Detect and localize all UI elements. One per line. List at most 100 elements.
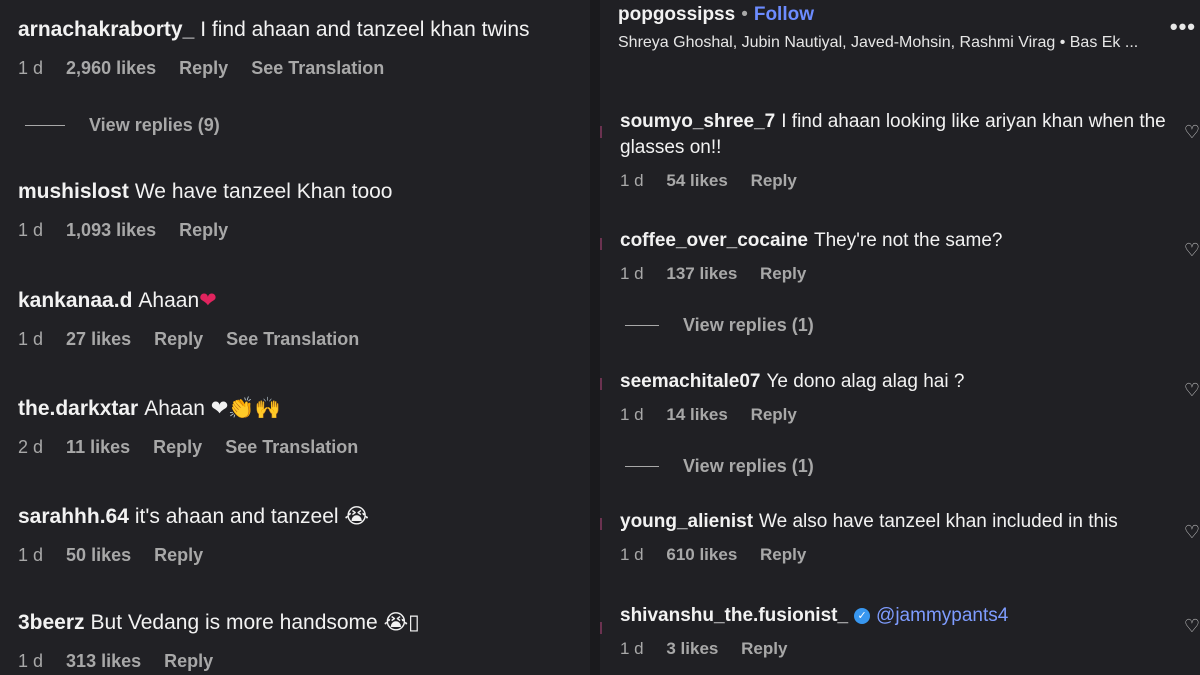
comment-username[interactable]: kankanaa.d (18, 289, 132, 312)
comment-text: But Vedang is more handsome (90, 611, 378, 634)
comment-time: 1 d (620, 545, 644, 564)
comment-text: They're not the same? (814, 230, 1003, 251)
comment-username[interactable]: mushislost (18, 180, 129, 203)
reply-button[interactable]: Reply (179, 220, 228, 240)
reply-button[interactable]: Reply (751, 171, 797, 190)
comment-time: 1 d (620, 639, 644, 658)
comment-text: it's ahaan and tanzeel (134, 505, 339, 528)
comment-meta: 1 d 3 likes Reply (620, 639, 1180, 659)
comment-time: 1 d (18, 329, 44, 349)
comment-username[interactable]: young_alienist (620, 511, 753, 532)
see-translation-button[interactable]: See Translation (226, 329, 359, 349)
reply-button[interactable]: Reply (760, 264, 806, 283)
divider-line (25, 125, 65, 126)
comment-indicator (600, 378, 602, 390)
crying-emoji: 😭 (344, 504, 369, 528)
likes-count[interactable]: 313 likes (66, 651, 141, 671)
follow-button[interactable]: Follow (754, 4, 814, 25)
separator-dot: • (741, 4, 748, 25)
reply-button[interactable]: Reply (164, 651, 213, 671)
verified-badge-icon: ✓ (854, 608, 871, 624)
like-heart-icon[interactable]: ♡ (1184, 522, 1200, 543)
comment-time: 1 d (620, 405, 644, 424)
comment-text: Ahaan (138, 289, 200, 312)
like-heart-icon[interactable]: ♡ (1184, 122, 1200, 143)
comment-meta: 2 d 11 likes Reply See Translation (18, 437, 376, 458)
comment-time: 2 d (18, 437, 44, 457)
divider-line (625, 466, 659, 467)
like-heart-icon[interactable]: ♡ (1184, 616, 1200, 637)
audio-track[interactable]: Shreya Ghoshal, Jubin Nautiyal, Javed-Mo… (618, 34, 1178, 52)
reply-button[interactable]: Reply (741, 639, 787, 658)
comment-indicator (600, 622, 602, 634)
mention-link[interactable]: @jammypants4 (876, 605, 1008, 626)
likes-count[interactable]: 610 likes (666, 545, 737, 564)
likes-count[interactable]: 27 likes (66, 329, 131, 349)
comment-meta: 1 d 313 likes Reply (18, 651, 420, 672)
comment-meta: 1 d 2,960 likes Reply See Translation (18, 58, 530, 79)
comment: mushislost We have tanzeel Khan tooo 1 d … (18, 178, 393, 241)
comment: soumyo_shree_7 I find ahaan looking like … (620, 109, 1180, 191)
likes-count[interactable]: 2,960 likes (66, 58, 156, 78)
reply-button[interactable]: Reply (760, 545, 806, 564)
comment-text: We have tanzeel Khan tooo (134, 180, 393, 203)
view-replies-button[interactable]: View replies (9) (25, 115, 220, 136)
pane-divider (590, 0, 600, 675)
comment-meta: 1 d 27 likes Reply See Translation (18, 329, 377, 350)
see-translation-button[interactable]: See Translation (225, 437, 358, 457)
likes-count[interactable]: 1,093 likes (66, 220, 156, 240)
comment: coffee_over_cocaine They're not the same?… (620, 228, 1180, 284)
reply-button[interactable]: Reply (154, 329, 203, 349)
view-replies-button[interactable]: View replies (1) (625, 456, 814, 477)
comment-time: 1 d (620, 264, 644, 283)
comment-indicator (600, 126, 602, 138)
comment-username[interactable]: arnachakraborty_ (18, 18, 194, 41)
comment-time: 1 d (18, 651, 44, 671)
comment-time: 1 d (18, 220, 44, 240)
view-replies-label: View replies (1) (683, 456, 814, 476)
comment: seemachitale07 Ye dono alag alag hai ? 1 … (620, 369, 1180, 425)
reply-button[interactable]: Reply (154, 545, 203, 565)
heart-emoji: ❤ (199, 288, 217, 312)
comment-username[interactable]: soumyo_shree_7 (620, 111, 775, 132)
right-comments-pane: popgossipss • Follow Shreya Ghoshal, Jubin… (600, 0, 1200, 675)
reply-button[interactable]: Reply (153, 437, 202, 457)
comment-username[interactable]: coffee_over_cocaine (620, 230, 808, 251)
comment-text: Ye dono alag alag hai ? (766, 371, 965, 392)
view-replies-button[interactable]: View replies (1) (625, 315, 814, 336)
comment: kankanaa.d Ahaan❤ 1 d 27 likes Reply See … (18, 286, 377, 350)
like-heart-icon[interactable]: ♡ (1184, 380, 1200, 401)
reply-button[interactable]: Reply (179, 58, 228, 78)
comment-username[interactable]: the.darkxtar (18, 397, 138, 420)
comment-username[interactable]: seemachitale07 (620, 371, 761, 392)
likes-count[interactable]: 54 likes (666, 171, 727, 190)
view-replies-label: View replies (1) (683, 315, 814, 335)
post-header: popgossipss • Follow Shreya Ghoshal, Jubin… (618, 4, 1178, 52)
comment-time: 1 d (18, 58, 44, 78)
likes-count[interactable]: 50 likes (66, 545, 131, 565)
account-name[interactable]: popgossipss (618, 4, 735, 25)
likes-count[interactable]: 137 likes (666, 264, 737, 283)
comment-username[interactable]: shivanshu_the.fusionist_ (620, 605, 848, 626)
view-replies-label: View replies (9) (89, 115, 220, 135)
comment-meta: 1 d 14 likes Reply (620, 405, 1180, 425)
comment-username[interactable]: sarahhh.64 (18, 505, 129, 528)
likes-count[interactable]: 11 likes (66, 437, 130, 457)
comment: arnachakraborty_ I find ahaan and tanzeel… (18, 16, 530, 79)
comment-text: I find ahaan and tanzeel khan twins (200, 18, 530, 41)
comment: shivanshu_the.fusionist_ ✓ @jammypants4 1 … (620, 603, 1180, 659)
likes-count[interactable]: 3 likes (666, 639, 718, 658)
see-translation-button[interactable]: See Translation (251, 58, 384, 78)
likes-count[interactable]: 14 likes (666, 405, 727, 424)
comment-text: Ahaan (144, 397, 205, 420)
divider-line (625, 325, 659, 326)
like-heart-icon[interactable]: ♡ (1184, 240, 1200, 261)
crying-emoji: 😭▯ (383, 610, 420, 634)
more-options-icon[interactable]: ••• (1170, 14, 1196, 40)
comment-meta: 1 d 610 likes Reply (620, 545, 1180, 565)
comment-meta: 1 d 50 likes Reply (18, 545, 369, 566)
reply-button[interactable]: Reply (751, 405, 797, 424)
comment: young_alienist We also have tanzeel khan … (620, 509, 1180, 565)
comment-indicator (600, 518, 602, 530)
comment-username[interactable]: 3beerz (18, 611, 85, 634)
